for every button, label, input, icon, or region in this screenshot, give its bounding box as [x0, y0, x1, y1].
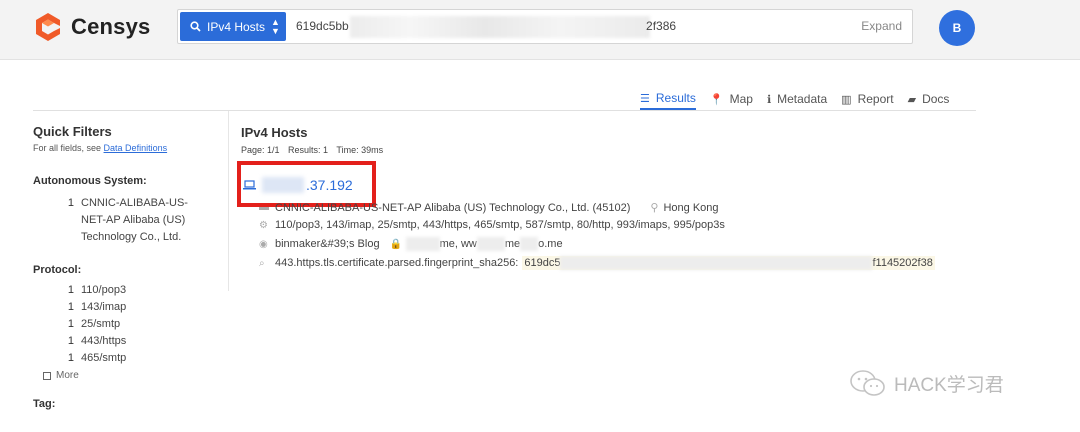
wechat-icon: [850, 370, 885, 396]
site-title: binmaker&#39;s Blog: [275, 238, 380, 250]
search-type-label: IPv4 Hosts: [207, 19, 266, 34]
redacted-name: [476, 237, 505, 251]
facet-label: 143/imap: [81, 301, 127, 313]
facet-label: 443/https: [81, 335, 127, 347]
redacted-query: [350, 16, 650, 38]
quick-filters-subtitle: For all fields, see Data Definitions: [33, 143, 223, 153]
facet-label: CNNIC-ALIBABA-US-NET-AP Alibaba (US) Tec…: [81, 197, 188, 243]
redacted-name: [405, 237, 440, 251]
tab-results[interactable]: ☰ Results: [640, 88, 696, 110]
facet-item[interactable]: 1 CNNIC-ALIBABA-US-NET-AP Alibaba (US) T…: [33, 195, 223, 246]
tab-docs-label: Docs: [922, 92, 950, 106]
host-protocols[interactable]: 110/pop3, 143/imap, 25/smtp, 443/https, …: [275, 219, 725, 231]
sidebar-divider: [228, 111, 229, 291]
gear-icon: ⚙: [259, 219, 268, 231]
tab-map[interactable]: 📍 Map: [710, 88, 753, 110]
search-bar[interactable]: IPv4 Hosts ▲ ▼ 619dc5bb 2f386 Expand: [177, 9, 913, 44]
search-icon: ⌕: [259, 257, 265, 269]
search-icon: [190, 21, 201, 32]
expand-button[interactable]: Expand: [861, 19, 902, 33]
censys-logo[interactable]: Censys: [33, 11, 173, 43]
search-type-dropdown[interactable]: IPv4 Hosts ▲ ▼: [180, 12, 286, 41]
more-toggle[interactable]: More: [33, 370, 223, 381]
quick-filters-sidebar: Quick Filters For all fields, see Data D…: [33, 124, 223, 410]
search-input-tail: 2f386: [646, 19, 677, 33]
as-name[interactable]: CNNIC-ALIBABA-US-NET-AP Alibaba (US) Tec…: [275, 202, 630, 214]
subtitle-text: For all fields, see: [33, 143, 102, 153]
facet-item[interactable]: 1 443/https: [33, 333, 223, 350]
host-match-row: ⌕ 443.https.tls.certificate.parsed.finge…: [259, 256, 935, 270]
facet-label: 465/smtp: [81, 352, 127, 364]
view-tabs: ☰ Results 📍 Map ℹ Metadata ▥ Report ▰ Do…: [640, 88, 963, 112]
facet-label: 110/pop3: [81, 284, 127, 296]
match-field: 443.https.tls.certificate.parsed.fingerp…: [275, 257, 519, 269]
host-names-row: ◉ binmaker&#39;s Blog 🔒 me, ww me o.me: [259, 237, 563, 251]
tab-metadata-label: Metadata: [777, 92, 828, 106]
expand-box-icon: [43, 371, 51, 380]
facet-item[interactable]: 1 110/pop3: [33, 282, 223, 299]
facet-count: 1: [67, 318, 74, 330]
user-avatar[interactable]: B: [939, 10, 975, 46]
info-icon: ℹ: [766, 93, 772, 106]
list-icon: ☰: [640, 92, 650, 105]
top-bar: Censys IPv4 Hosts ▲ ▼ 619dc5bb 2f386 Expa…: [0, 0, 1080, 60]
host-as-row: ▬ CNNIC-ALIBABA-US-NET-AP Alibaba (US) T…: [259, 201, 719, 215]
location-pin-icon: ⚲: [650, 202, 659, 214]
fingerprint-prefix: 619dc5: [524, 256, 561, 269]
quick-filters-title: Quick Filters: [33, 124, 112, 139]
search-tail-text: f386: [652, 19, 677, 33]
host-location[interactable]: Hong Kong: [663, 202, 718, 214]
tab-metadata[interactable]: ℹ Metadata: [767, 88, 827, 110]
facet-item[interactable]: 1 143/imap: [33, 299, 223, 316]
redacted-name: [520, 237, 539, 251]
data-definitions-link[interactable]: Data Definitions: [104, 143, 168, 153]
sort-caret-icon: ▲ ▼: [271, 16, 280, 36]
tab-docs[interactable]: ▰ Docs: [908, 88, 950, 110]
page-indicator: Page: 1/1: [241, 145, 280, 155]
tab-map-label: Map: [729, 92, 753, 106]
fingerprint-suffix: f1145202f38: [872, 256, 933, 269]
host-protocols-row: ⚙ 110/pop3, 143/imap, 25/smtp, 443/https…: [259, 219, 725, 231]
host-names: me: [504, 238, 521, 250]
host-names: o.me: [538, 238, 563, 250]
brand-name: Censys: [71, 14, 151, 39]
results-title: IPv4 Hosts: [241, 125, 308, 140]
redacted-fingerprint: [560, 256, 873, 270]
host-names: me, ww: [439, 238, 477, 250]
censys-logo-icon: [36, 13, 60, 41]
facet-item[interactable]: 1 465/smtp: [33, 350, 223, 367]
fingerprint-value: 619dc5 f1145202f38: [522, 256, 935, 270]
lock-icon: 🔒: [389, 238, 403, 250]
query-time: Time: 39ms: [336, 145, 384, 155]
tab-report[interactable]: ▥ Report: [841, 88, 893, 110]
facet-count: 1: [67, 335, 74, 347]
globe-icon: ◉: [259, 238, 268, 250]
facet-count: 1: [67, 301, 74, 313]
protocol-heading: Protocol:: [33, 264, 82, 276]
wechat-watermark: HACK学习君: [848, 368, 1004, 398]
facet-label: 25/smtp: [81, 318, 121, 330]
network-icon: ▬: [259, 202, 269, 213]
tab-results-label: Results: [655, 91, 696, 105]
more-label: More: [56, 370, 79, 381]
book-icon: ▰: [907, 93, 917, 106]
tag-heading: Tag:: [33, 398, 56, 410]
map-pin-icon: 📍: [709, 93, 724, 106]
search-input[interactable]: 619dc5bb: [296, 19, 349, 33]
facet-count: 1: [67, 352, 74, 364]
facet-item[interactable]: 1 25/smtp: [33, 316, 223, 333]
tabs-divider: [33, 110, 976, 111]
facet-count: 1: [67, 197, 74, 209]
autonomous-system-heading: Autonomous System:: [33, 175, 147, 187]
bar-chart-icon: ▥: [841, 93, 852, 106]
tab-report-label: Report: [857, 92, 894, 106]
watermark-text: HACK学习君: [894, 374, 1004, 396]
results-meta: Page: 1/1 Results: 1 Time: 39ms: [241, 145, 389, 155]
facet-count: 1: [67, 284, 74, 296]
results-count: Results: 1: [288, 145, 329, 155]
